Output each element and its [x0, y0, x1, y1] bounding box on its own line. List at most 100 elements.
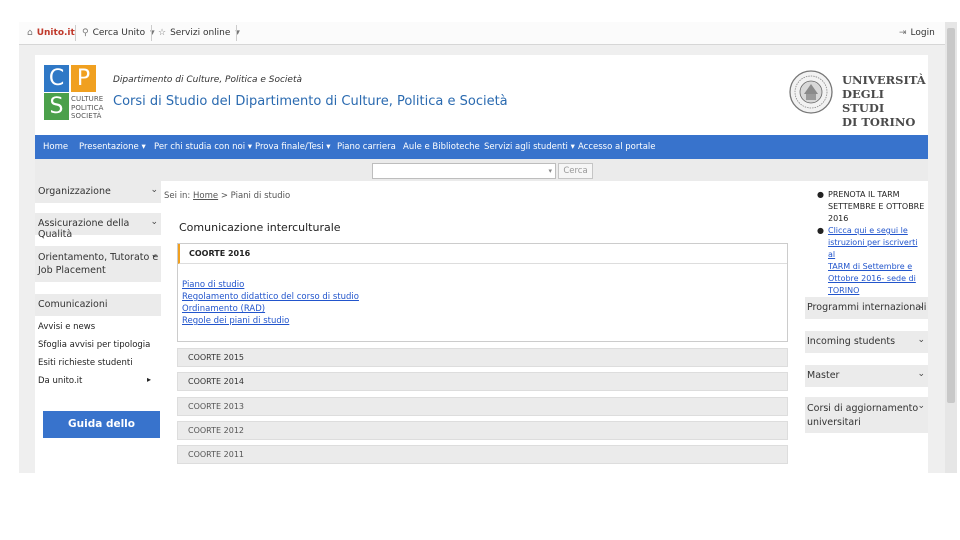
nav-item-6[interactable]: Servizi agli studenti ▾	[484, 135, 575, 159]
right-sidebar: ● PRENOTA IL TARM SETTEMBRE E OTTOBRE 20…	[805, 181, 928, 473]
news-text-line: SETTEMBRE E OTTOBRE	[828, 202, 925, 211]
cps-logo-c[interactable]: C	[44, 65, 69, 92]
cohort-header-2016[interactable]: COORTE 2016	[178, 244, 787, 264]
nav-item-3[interactable]: Prova finale/Tesi ▾	[255, 135, 331, 159]
login-icon: ⇥	[899, 28, 907, 38]
sidebar-section-comunicazioni[interactable]: Comunicazioni	[35, 294, 161, 316]
main-content: Sei in: Home > Piani di studio Comunicaz…	[161, 181, 805, 473]
university-name-line: DEGLI STUDI	[842, 87, 885, 115]
news-link-tarm[interactable]: ● Clicca qui e segui le istruzioni per i…	[817, 225, 927, 297]
link-regole-piani[interactable]: Regole dei piani di studio	[182, 316, 289, 326]
brand-header: C P S CULTURE POLITICA SOCIETÀ Dipartime…	[35, 55, 928, 135]
cohort-header-2015[interactable]: COORTE 2015	[177, 348, 788, 367]
nav-item-label: Servizi agli studenti	[484, 142, 568, 152]
unito-home-link[interactable]: ⌂ Unito.it	[27, 22, 75, 44]
bullet-icon: ●	[817, 190, 824, 199]
dropdown-arrow-icon: ▾	[548, 167, 552, 175]
sidebar-link-esiti[interactable]: Esiti richieste studenti	[38, 358, 133, 368]
sidebar-item-label-line: universitari	[807, 417, 861, 428]
search-icon: ⚲	[82, 28, 89, 38]
chevron-right-icon: ▸	[147, 375, 152, 384]
nav-item-5[interactable]: Aule e Biblioteche	[403, 135, 480, 159]
left-sidebar: Organizzazione ⌄ Assicurazione della Qua…	[35, 181, 161, 473]
cerca-unito-label: Cerca Unito	[92, 28, 146, 38]
link-ordinamento-rad[interactable]: Ordinamento (RAD)	[182, 304, 265, 314]
caret-down-icon: ▾	[567, 142, 575, 152]
university-building-icon: ⌂	[27, 28, 33, 38]
servizi-online-menu[interactable]: ☆ Servizi online ▾	[158, 22, 240, 44]
sidebar-item-orientamento[interactable]: Orientamento, Tutorato e Job Placement ⌄	[35, 246, 161, 282]
link-regolamento-didattico[interactable]: Regolamento didattico del corso di studi…	[182, 292, 359, 302]
sidebar-item-master[interactable]: Master ⌄	[805, 365, 928, 387]
university-name-line: UNIVERSITÀ	[842, 73, 926, 87]
caret-down-icon: ▾	[245, 142, 253, 152]
sidebar-item-label: Organizzazione	[38, 186, 111, 197]
sidebar-link-sfoglia[interactable]: Sfoglia avvisi per tipologia	[38, 340, 150, 350]
login-label: Login	[910, 28, 935, 38]
cohort-label: COORTE 2015	[188, 353, 244, 362]
nav-item-4[interactable]: Piano carriera	[337, 135, 396, 159]
sidebar-item-corsi-aggiornamento[interactable]: Corsi di aggiornamento universitari ⌄	[805, 397, 928, 433]
sidebar-item-label: Assicurazione della Qualità	[38, 218, 130, 240]
news-link-line: TORINO	[828, 286, 860, 295]
breadcrumb-prefix: Sei in:	[164, 191, 191, 201]
sidebar-item-incoming[interactable]: Incoming students ⌄	[805, 331, 928, 353]
browser-viewport: ⌂ Unito.it ⚲ Cerca Unito ▾ ☆ Servizi online ▾…	[19, 22, 957, 473]
site-title[interactable]: Corsi di Studio del Dipartimento di Cult…	[113, 94, 508, 109]
cohort-header-2011[interactable]: COORTE 2011	[177, 445, 788, 464]
cohort-header-2013[interactable]: COORTE 2013	[177, 397, 788, 416]
news-list: ● PRENOTA IL TARM SETTEMBRE E OTTOBRE 20…	[817, 189, 927, 297]
chevron-down-icon: ⌄	[150, 217, 158, 227]
scrollbar-thumb[interactable]	[947, 28, 955, 403]
breadcrumb-home-link[interactable]: Home	[193, 191, 218, 201]
search-row: ▾ Cerca	[35, 159, 928, 181]
sidebar-item-programmi[interactable]: Programmi internazionali ⌄	[805, 297, 928, 319]
chevron-down-icon: ⌄	[917, 301, 925, 311]
sidebar-item-assicurazione[interactable]: Assicurazione della Qualità ⌄	[35, 213, 161, 240]
news-text-line: PRENOTA IL TARM	[828, 190, 900, 199]
news-item: ● PRENOTA IL TARM SETTEMBRE E OTTOBRE 20…	[817, 189, 927, 225]
guida-studente-button[interactable]: Guida dello studente	[43, 411, 160, 457]
breadcrumb: Sei in: Home > Piani di studio	[164, 191, 290, 201]
unito-top-bar: ⌂ Unito.it ⚲ Cerca Unito ▾ ☆ Servizi online ▾…	[19, 22, 945, 45]
scrollbar[interactable]	[945, 22, 957, 473]
university-name-line: DI TORINO	[842, 115, 916, 129]
cohort-header-2014[interactable]: COORTE 2014	[177, 372, 788, 391]
sidebar-link-da-unito[interactable]: Da unito.it	[38, 376, 82, 386]
nav-item-0[interactable]: Home	[43, 135, 68, 159]
login-link[interactable]: ⇥ Login	[899, 22, 935, 44]
news-link-line: TARM di Settembre e	[828, 262, 913, 271]
sidebar-item-organizzazione[interactable]: Organizzazione ⌄	[35, 181, 161, 203]
cohort-panel-2016: COORTE 2016 Piano di studio Regolamento …	[177, 243, 788, 342]
news-link-line: istruzioni per iscriverti al	[828, 238, 918, 259]
sidebar-item-label: Programmi internazionali	[807, 302, 927, 313]
nav-item-label: Aule e Biblioteche	[403, 142, 480, 152]
nav-item-label: Piano carriera	[337, 142, 396, 152]
cps-logo-words: CULTURE POLITICA SOCIETÀ	[71, 95, 104, 121]
nav-item-7[interactable]: Accesso al portale	[578, 135, 656, 159]
servizi-online-label: Servizi online	[170, 28, 231, 38]
nav-item-label: Prova finale/Tesi	[255, 142, 324, 152]
sidebar-item-label-line: Corsi di aggiornamento	[807, 403, 919, 414]
cohort-label: COORTE 2014	[188, 377, 244, 386]
university-name[interactable]: UNIVERSITÀ DEGLI STUDI DI TORINO	[842, 73, 928, 129]
chevron-down-icon: ⌄	[917, 335, 925, 345]
sidebar-item-label: Corsi di aggiornamento universitari	[807, 402, 918, 430]
topbar-divider	[75, 25, 76, 41]
search-input[interactable]: ▾	[372, 163, 556, 179]
cerca-unito-menu[interactable]: ⚲ Cerca Unito ▾	[82, 22, 155, 44]
sidebar-link-avvisi[interactable]: Avvisi e news	[38, 322, 95, 332]
search-button[interactable]: Cerca	[558, 163, 593, 179]
main-nav: Home Presentazione ▾ Per chi studia con no…	[35, 135, 928, 159]
sidebar-item-label-line: Job Placement	[38, 265, 106, 276]
link-piano-di-studio[interactable]: Piano di studio	[182, 280, 244, 290]
cps-logo-p[interactable]: P	[71, 65, 96, 92]
cps-logo-s[interactable]: S	[44, 93, 69, 120]
university-seal-icon[interactable]	[789, 67, 833, 117]
nav-item-1[interactable]: Presentazione ▾	[79, 135, 146, 159]
cohort-header-2012[interactable]: COORTE 2012	[177, 421, 788, 440]
nav-item-2[interactable]: Per chi studia con noi ▾	[154, 135, 252, 159]
cohort-label: COORTE 2016	[189, 249, 251, 258]
nav-item-label: Accesso al portale	[578, 142, 656, 152]
cohort-label: COORTE 2013	[188, 402, 244, 411]
